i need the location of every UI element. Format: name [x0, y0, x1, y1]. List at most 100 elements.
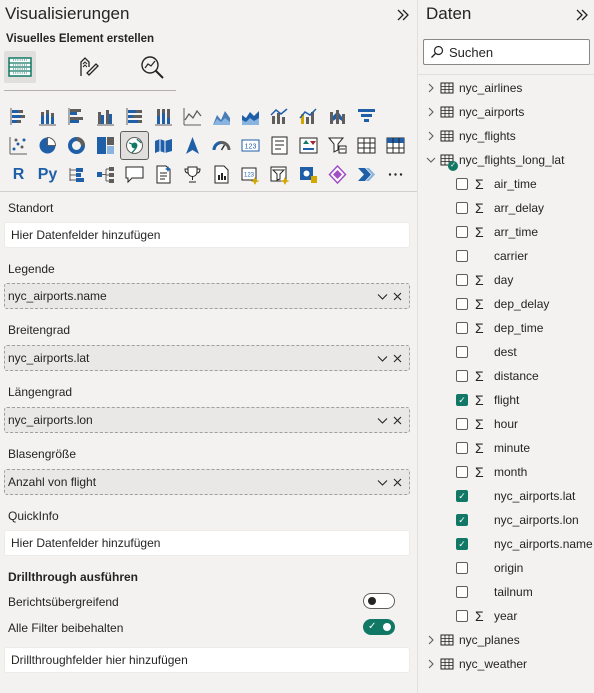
tab-format-visual[interactable]	[72, 50, 104, 84]
smart-narrative-icon[interactable]	[149, 160, 178, 189]
remove-field-icon[interactable]	[392, 477, 403, 488]
field-row[interactable]: Σair_time	[418, 173, 594, 195]
key-influencers-icon[interactable]	[62, 160, 91, 189]
multi-row-card-icon[interactable]	[265, 131, 294, 160]
field-checkbox[interactable]	[456, 322, 468, 334]
ribbon-chart-icon[interactable]	[323, 102, 352, 131]
collapse-data-icon[interactable]	[574, 7, 590, 23]
field-checkbox[interactable]	[456, 610, 468, 622]
well-longitude[interactable]: nyc_airports.lon	[4, 407, 410, 433]
area-chart-icon[interactable]	[207, 102, 236, 131]
field-row[interactable]: ✓ Σflight	[418, 389, 594, 411]
field-row[interactable]: Σarr_delay	[418, 197, 594, 219]
chevron-down-icon[interactable]	[377, 415, 388, 426]
card-icon[interactable]: 123	[236, 131, 265, 160]
100-percent-column-chart-icon[interactable]	[149, 102, 178, 131]
kpi-icon[interactable]	[294, 131, 323, 160]
field-checkbox[interactable]	[456, 274, 468, 286]
field-row[interactable]: ✓ nyc_airports.lat	[418, 485, 594, 507]
field-checkbox[interactable]	[456, 202, 468, 214]
field-row[interactable]: Σdistance	[418, 365, 594, 387]
field-row[interactable]: Σminute	[418, 437, 594, 459]
decomposition-tree-icon[interactable]	[91, 160, 120, 189]
table-row-nyc-airports[interactable]: nyc_airports	[418, 101, 594, 123]
slicer-icon[interactable]	[323, 131, 352, 160]
paginated-report-icon[interactable]	[207, 160, 236, 189]
table-row-nyc-weather[interactable]: nyc_weather	[418, 653, 594, 675]
stacked-bar-chart-icon[interactable]	[4, 102, 33, 131]
well-latitude[interactable]: nyc_airports.lat	[4, 345, 410, 371]
field-checkbox[interactable]	[456, 466, 468, 478]
remove-field-icon[interactable]	[392, 291, 403, 302]
table-row-nyc-planes[interactable]: nyc_planes	[418, 629, 594, 651]
field-checkbox[interactable]	[456, 298, 468, 310]
table-row-nyc-airlines[interactable]: nyc_airlines	[418, 77, 594, 99]
search-input[interactable]: Suchen	[423, 39, 590, 65]
tab-analytics[interactable]	[136, 50, 168, 84]
tab-build-visual[interactable]	[4, 51, 36, 83]
field-row[interactable]: Σmonth	[418, 461, 594, 483]
collapse-visualizations-icon[interactable]	[395, 7, 411, 23]
field-checkbox[interactable]	[456, 250, 468, 262]
chevron-down-icon[interactable]	[377, 291, 388, 302]
field-row[interactable]: Σday	[418, 269, 594, 291]
field-checkbox-checked[interactable]: ✓	[456, 490, 468, 502]
line-and-stacked-column-icon[interactable]	[265, 102, 294, 131]
chevron-right-icon[interactable]	[426, 131, 436, 141]
field-checkbox-checked[interactable]: ✓	[456, 394, 468, 406]
field-checkbox-checked[interactable]: ✓	[456, 514, 468, 526]
line-chart-icon[interactable]	[178, 102, 207, 131]
field-row[interactable]: origin	[418, 557, 594, 579]
field-row[interactable]: Σdep_time	[418, 317, 594, 339]
clustered-column-chart-icon[interactable]	[91, 102, 120, 131]
well-legend[interactable]: nyc_airports.name	[4, 283, 410, 309]
pie-chart-icon[interactable]	[33, 131, 62, 160]
field-row[interactable]: ✓ nyc_airports.name	[418, 533, 594, 555]
power-automate-icon[interactable]	[352, 160, 381, 189]
azure-map-icon[interactable]	[178, 131, 207, 160]
chevron-right-icon[interactable]	[426, 83, 436, 93]
treemap-icon[interactable]	[91, 131, 120, 160]
card-new-icon[interactable]: 123	[236, 160, 265, 189]
remove-field-icon[interactable]	[392, 353, 403, 364]
field-row[interactable]: Σarr_time	[418, 221, 594, 243]
gauge-icon[interactable]	[207, 131, 236, 160]
field-row[interactable]: dest	[418, 341, 594, 363]
field-row[interactable]: carrier	[418, 245, 594, 267]
drillthrough-well[interactable]: Drillthroughfelder hier hinzufügen	[4, 647, 410, 673]
python-visual-icon[interactable]: Py	[33, 160, 62, 189]
map-visual-icon[interactable]	[120, 131, 149, 160]
chevron-down-icon[interactable]	[377, 477, 388, 488]
field-checkbox[interactable]	[456, 178, 468, 190]
field-row[interactable]: tailnum	[418, 581, 594, 603]
chevron-down-icon[interactable]	[426, 155, 436, 165]
well-bubble-size[interactable]: Anzahl von flight	[4, 469, 410, 495]
field-checkbox[interactable]	[456, 562, 468, 574]
clustered-bar-chart-icon[interactable]	[62, 102, 91, 131]
power-apps-icon[interactable]	[323, 160, 352, 189]
chevron-right-icon[interactable]	[426, 635, 436, 645]
line-and-clustered-column-icon[interactable]	[294, 102, 323, 131]
slicer-new-icon[interactable]	[265, 160, 294, 189]
table-icon[interactable]	[352, 131, 381, 160]
stacked-column-chart-icon[interactable]	[33, 102, 62, 131]
field-row[interactable]: Σhour	[418, 413, 594, 435]
metrics-trophy-icon[interactable]	[178, 160, 207, 189]
field-row[interactable]: Σdep_delay	[418, 293, 594, 315]
filled-map-icon[interactable]	[149, 131, 178, 160]
chevron-down-icon[interactable]	[377, 353, 388, 364]
r-script-visual-icon[interactable]: R	[4, 160, 33, 189]
qna-icon[interactable]	[120, 160, 149, 189]
field-checkbox[interactable]	[456, 346, 468, 358]
stacked-area-chart-icon[interactable]	[236, 102, 265, 131]
field-row[interactable]: ✓ nyc_airports.lon	[418, 509, 594, 531]
keep-filters-toggle[interactable]: ✓	[363, 619, 395, 635]
100-percent-bar-chart-icon[interactable]	[120, 102, 149, 131]
field-checkbox[interactable]	[456, 226, 468, 238]
chevron-right-icon[interactable]	[426, 107, 436, 117]
matrix-icon[interactable]	[381, 131, 410, 160]
table-row-nyc-flights-long-lat[interactable]: ✓ nyc_flights_long_lat	[418, 149, 594, 171]
azure-maps-addin-icon[interactable]	[294, 160, 323, 189]
field-row[interactable]: Σyear	[418, 605, 594, 627]
field-checkbox[interactable]	[456, 586, 468, 598]
